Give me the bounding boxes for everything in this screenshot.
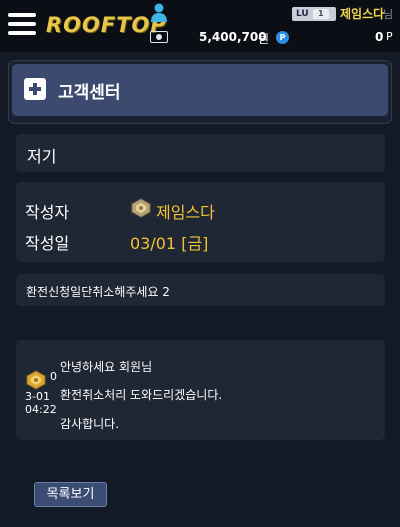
reply-text-line: 감사합니다. <box>60 417 120 431</box>
post-title: 저기 <box>27 147 57 166</box>
author-name: 제임스다 <box>156 203 215 222</box>
money-icon <box>150 31 168 43</box>
reply-date: 3-01 <box>25 390 50 403</box>
level-badge: LU 1 <box>292 7 336 21</box>
date-label: 작성일 <box>25 234 70 253</box>
post-body-card: 환전신청일단취소해주세요 2 <box>16 274 385 306</box>
user-icon <box>151 3 167 22</box>
post-title-card: 저기 <box>16 134 385 172</box>
section-header: 고객센터 <box>12 64 388 116</box>
plus-icon <box>24 78 46 100</box>
reply-count: 0 <box>50 370 57 383</box>
list-button[interactable]: 목록보기 <box>34 482 107 507</box>
top-header: ROOFTOP LU 1 제임스다 님 5,400,700 원 P 0 P <box>0 0 400 52</box>
point-unit: P <box>386 30 393 43</box>
money-balance: 5,400,700 <box>199 30 267 44</box>
site-logo[interactable]: ROOFTOP <box>46 13 167 37</box>
post-meta-card: 작성자 제임스다 작성일 03/01 [금] <box>16 182 385 262</box>
point-icon: P <box>276 31 289 44</box>
reply-text-line: 안녕하세요 회원님 <box>60 360 153 374</box>
reply-card: 0 3-01 04:22 안녕하세요 회원님 환전취소처리 도와드리겠습니다. … <box>16 340 385 440</box>
rank-badge-icon <box>131 198 151 218</box>
page-title: 고객센터 <box>58 83 121 103</box>
nickname-suffix: 님 <box>383 8 394 21</box>
menu-icon[interactable] <box>8 13 38 37</box>
level-label: LU <box>296 9 309 19</box>
money-unit: 원 <box>258 32 270 46</box>
rank-badge-icon <box>26 370 46 390</box>
post-body: 환전신청일단취소해주세요 2 <box>26 285 170 299</box>
reply-text-line: 환전취소처리 도와드리겠습니다. <box>60 388 223 402</box>
level-value: 1 <box>312 9 329 19</box>
author-label: 작성자 <box>25 203 70 222</box>
user-nickname[interactable]: 제임스다 <box>340 5 384 22</box>
point-balance: 0 <box>375 30 384 44</box>
post-date: 03/01 [금] <box>130 234 209 253</box>
reply-time: 04:22 <box>25 403 57 416</box>
